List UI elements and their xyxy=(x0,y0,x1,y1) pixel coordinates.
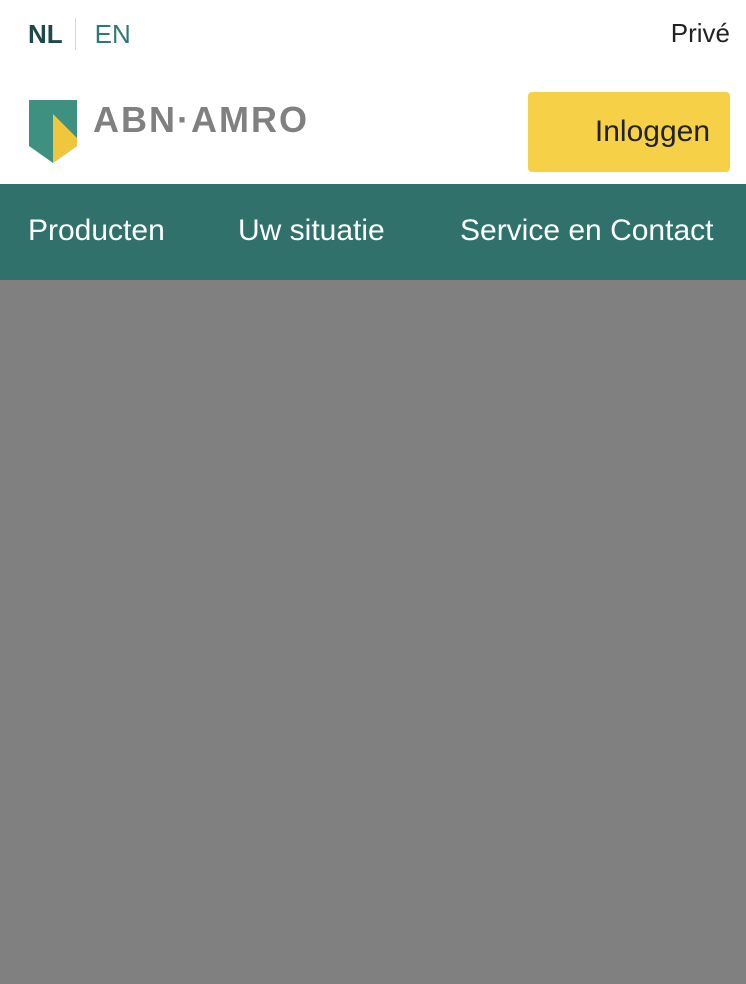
utility-bar: NL EN Privé xyxy=(0,0,746,70)
language-en[interactable]: EN xyxy=(76,19,131,50)
nav-item-service-en-contact[interactable]: Service en Contact xyxy=(460,214,713,248)
content-placeholder xyxy=(0,280,746,984)
nav-item-uw-situatie[interactable]: Uw situatie xyxy=(238,214,385,248)
login-button[interactable]: Inloggen xyxy=(528,92,730,172)
main-navigation: Producten Uw situatie Service en Contact xyxy=(0,184,746,280)
brand-header: ABN·AMRO Inloggen xyxy=(0,70,746,184)
logo-wordmark: ABN·AMRO xyxy=(93,99,309,140)
nav-item-producten[interactable]: Producten xyxy=(28,214,165,248)
language-nl[interactable]: NL xyxy=(28,19,75,50)
segment-prive-link[interactable]: Privé xyxy=(671,18,730,49)
abn-amro-shield-icon xyxy=(29,100,77,163)
page: NL EN Privé ABN·AMRO Inloggen Producten … xyxy=(0,0,746,984)
abn-amro-logo[interactable]: ABN·AMRO xyxy=(29,100,309,163)
language-switch: NL EN xyxy=(28,17,131,51)
